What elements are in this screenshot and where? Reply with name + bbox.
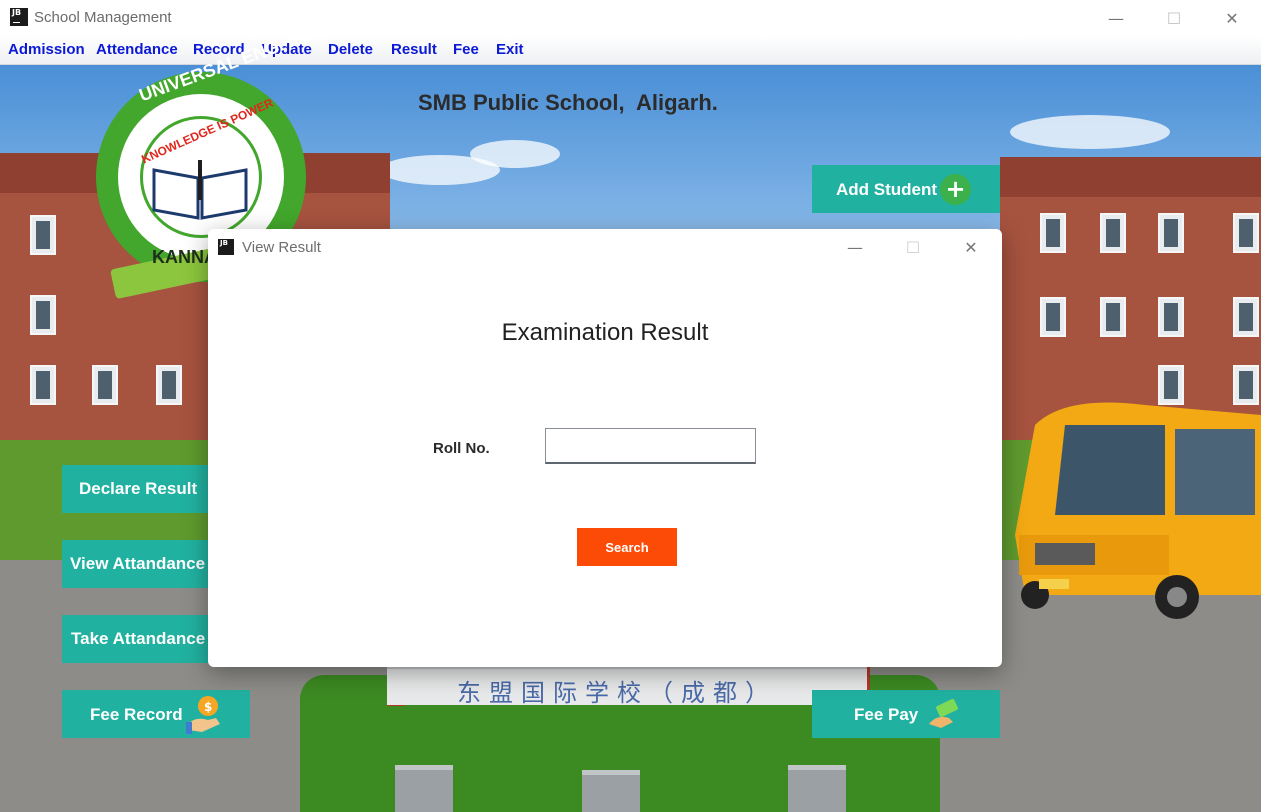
menu-fee[interactable]: Fee xyxy=(453,41,479,58)
building-window xyxy=(1233,297,1259,337)
building-window xyxy=(1158,213,1184,253)
maximize-button[interactable]: ☐ xyxy=(1145,0,1203,36)
app-icon: JB xyxy=(10,8,28,26)
search-button-label: Search xyxy=(605,539,649,555)
building-window xyxy=(1100,297,1126,337)
school-sign: 东盟国际学校（成都） xyxy=(387,666,867,707)
school-title: SMB Public School, Aligarh. xyxy=(418,90,718,115)
coin-hand-icon: $ xyxy=(186,696,220,734)
menu-delete[interactable]: Delete xyxy=(328,41,373,58)
building-window xyxy=(1233,213,1259,253)
title-bar: JB School Management — ☐ ✕ xyxy=(0,0,1261,36)
building-window xyxy=(1100,213,1126,253)
add-student-label: Add Student xyxy=(836,180,938,199)
menu-bar: Admission Attendance Record Update Delet… xyxy=(0,36,1261,65)
roll-no-label: Roll No. xyxy=(433,440,490,457)
school-sign-text: 东盟国际学校（成都） xyxy=(457,679,777,707)
building-window xyxy=(30,215,56,255)
building-window xyxy=(92,365,118,405)
fee-record-label: Fee Record xyxy=(90,705,183,724)
menu-attendance[interactable]: Attendance xyxy=(96,41,178,58)
take-attendance-button[interactable]: Take Attandance xyxy=(62,615,210,663)
fee-pay-button[interactable]: Fee Pay xyxy=(812,690,1000,738)
window-title: School Management xyxy=(34,9,172,26)
svg-text:$: $ xyxy=(204,700,212,714)
book-icon xyxy=(152,160,248,220)
building-window xyxy=(30,295,56,335)
building-window xyxy=(1040,297,1066,337)
building-window xyxy=(1040,213,1066,253)
declare-result-label: Declare Result xyxy=(79,479,198,498)
menu-result[interactable]: Result xyxy=(391,41,437,58)
dialog-title: View Result xyxy=(242,239,321,256)
dialog-minimize-button[interactable]: — xyxy=(826,229,884,265)
take-attendance-label: Take Attandance xyxy=(71,629,206,648)
roll-no-input[interactable] xyxy=(545,428,756,464)
view-attendance-button[interactable]: View Attandance xyxy=(62,540,210,588)
dialog-app-icon: JB xyxy=(218,239,234,255)
ground-lamp xyxy=(788,765,846,812)
building-window xyxy=(1158,297,1184,337)
building-window xyxy=(30,365,56,405)
search-button[interactable]: Search xyxy=(577,528,677,566)
view-attendance-label: View Attandance xyxy=(70,554,206,573)
examination-result-heading: Examination Result xyxy=(501,319,709,346)
school-bus-image xyxy=(1015,402,1261,619)
fee-record-button[interactable]: Fee Record $ xyxy=(62,690,250,738)
close-button[interactable]: ✕ xyxy=(1203,0,1261,36)
right-building-roof xyxy=(1000,157,1261,197)
dialog-close-button[interactable]: ✕ xyxy=(942,229,1000,265)
menu-admission[interactable]: Admission xyxy=(8,41,85,58)
cloud xyxy=(470,140,560,168)
view-result-dialog: JB View Result — ☐ ✕ Examination Result … xyxy=(208,229,1002,667)
ground-lamp xyxy=(582,770,640,812)
minimize-button[interactable]: — xyxy=(1087,0,1145,36)
add-student-button[interactable]: Add Student + xyxy=(812,165,1000,213)
plus-icon: + xyxy=(940,174,971,205)
declare-result-button[interactable]: Declare Result xyxy=(62,465,210,513)
cloud xyxy=(1010,115,1170,149)
cash-hand-icon xyxy=(929,698,958,728)
fee-pay-label: Fee Pay xyxy=(854,705,919,724)
ground-lamp xyxy=(395,765,453,812)
dialog-maximize-button[interactable]: ☐ xyxy=(884,229,942,265)
building-window xyxy=(156,365,182,405)
menu-exit[interactable]: Exit xyxy=(496,41,524,58)
